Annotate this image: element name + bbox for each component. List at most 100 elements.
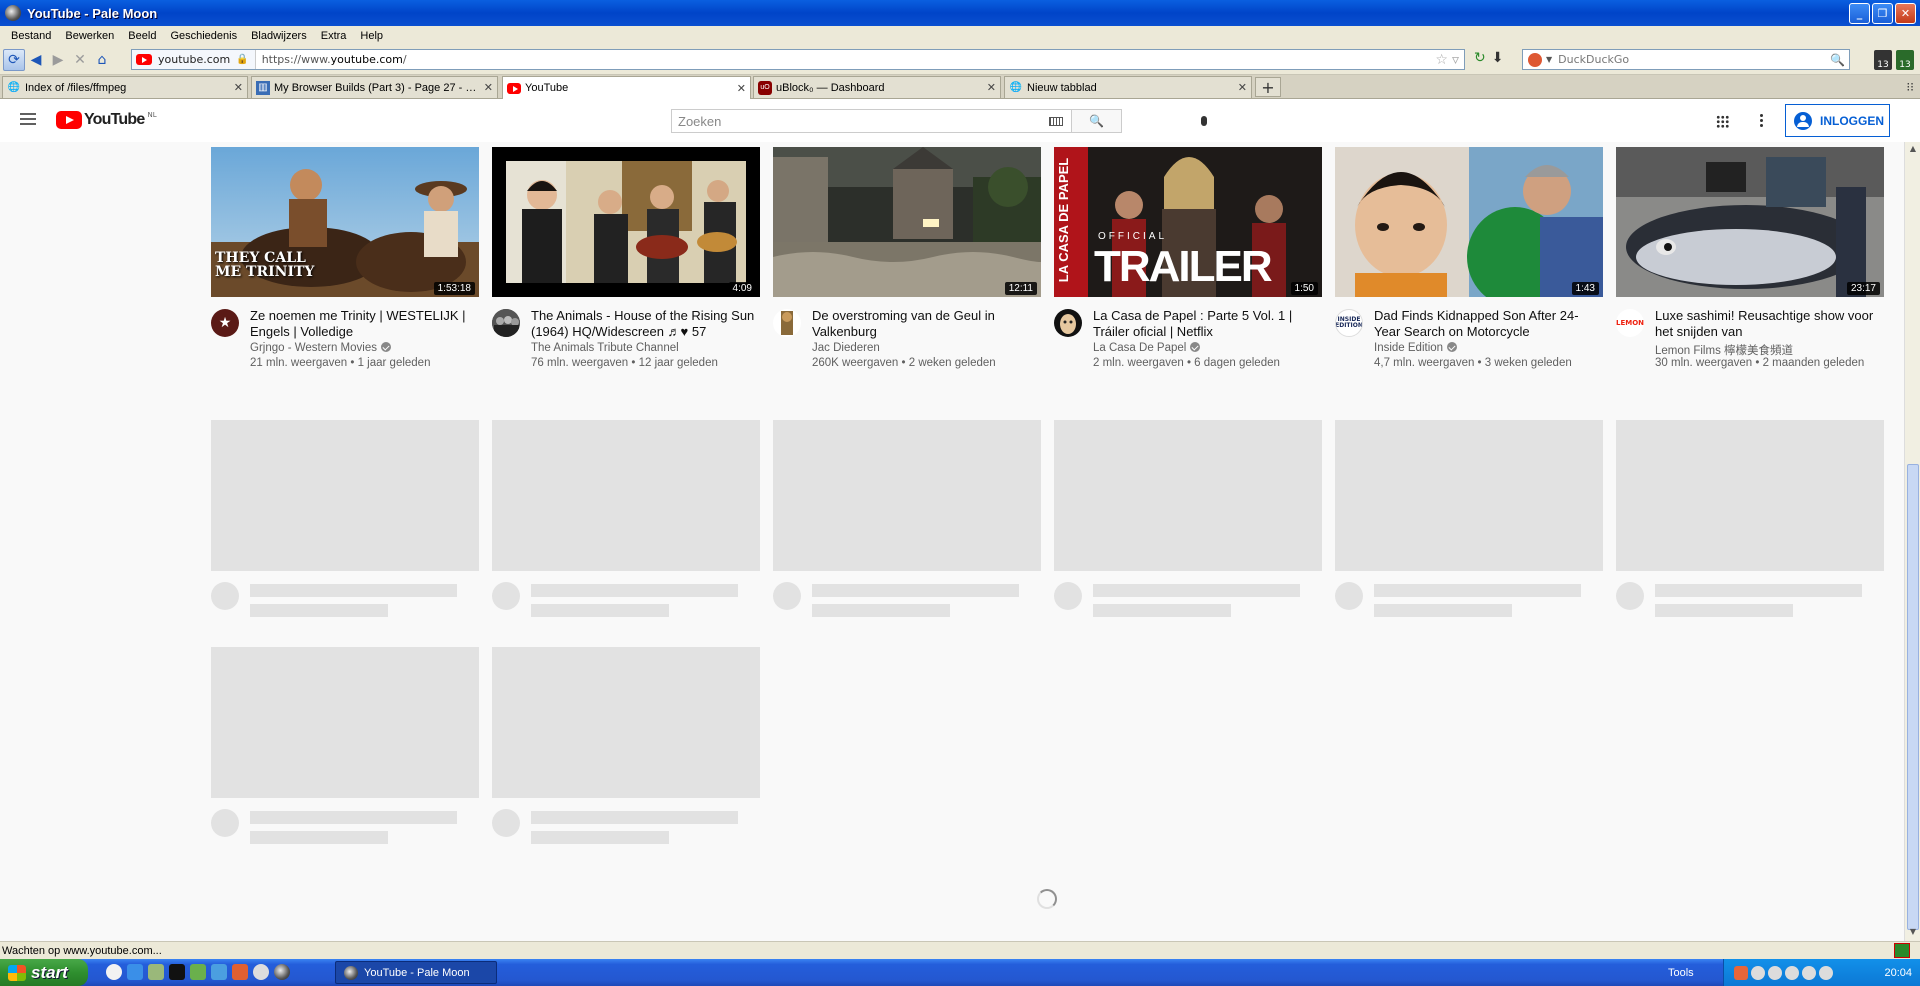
channel-name[interactable]: Inside Edition — [1374, 342, 1458, 354]
more-options-icon[interactable] — [1760, 114, 1763, 127]
video-card[interactable]: 23:17 LEMON Luxe sashimi! Reusachtige sh… — [1616, 147, 1884, 387]
apps-grid-icon[interactable] — [1716, 115, 1729, 128]
video-title[interactable]: The Animals - House of the Rising Sun (1… — [531, 308, 759, 340]
tab-ublock[interactable]: uO uBlock₀ — Dashboard ✕ — [753, 76, 1001, 98]
channel-avatar[interactable] — [492, 309, 520, 337]
keyboard-icon[interactable] — [1049, 117, 1063, 126]
menu-geschiedenis[interactable]: Geschiedenis — [163, 30, 244, 42]
menu-beeld[interactable]: Beeld — [121, 30, 163, 42]
channel-avatar[interactable] — [1054, 309, 1082, 337]
close-tab-icon[interactable]: ✕ — [234, 81, 243, 94]
search-engine-dropdown-icon[interactable]: ▼ — [1546, 55, 1552, 64]
channel-avatar[interactable]: ★ — [211, 309, 239, 337]
menu-bewerken[interactable]: Bewerken — [58, 30, 121, 42]
signin-button[interactable]: INLOGGEN — [1785, 104, 1890, 137]
quicklaunch-app-icon[interactable] — [106, 964, 122, 980]
quicklaunch-app-icon[interactable] — [253, 964, 269, 980]
search-input[interactable]: DuckDuckGo — [1558, 53, 1830, 66]
menu-bestand[interactable]: Bestand — [4, 30, 58, 42]
scroll-up-icon[interactable]: ▲ — [1907, 144, 1919, 156]
video-card[interactable]: LA CASA DE PAPEL OFFICIAL TRAILER 1:50 L… — [1054, 147, 1322, 387]
close-tab-icon[interactable]: ✕ — [987, 81, 996, 94]
video-thumbnail[interactable]: 12:11 — [773, 147, 1041, 297]
channel-avatar[interactable]: LEMON — [1616, 309, 1644, 337]
extension-badge-icon[interactable]: 13 — [1896, 50, 1914, 70]
hamburger-menu-icon[interactable] — [20, 113, 36, 128]
back-icon[interactable]: ◀ — [25, 49, 47, 71]
quicklaunch-app-icon[interactable] — [190, 964, 206, 980]
extension-badge-icon[interactable]: 13 — [1874, 50, 1892, 70]
video-title[interactable]: Dad Finds Kidnapped Son After 24-Year Se… — [1374, 308, 1602, 340]
video-title[interactable]: Ze noemen me Trinity | WESTELIJK | Engel… — [250, 308, 478, 340]
minimize-button[interactable]: _ — [1849, 3, 1870, 24]
video-thumbnail[interactable]: 1:43 — [1335, 147, 1603, 297]
stop-icon[interactable]: ✕ — [69, 49, 91, 71]
video-thumbnail[interactable]: 4:09 — [492, 147, 760, 297]
status-extension-icon[interactable] — [1894, 943, 1910, 958]
video-title[interactable]: La Casa de Papel : Parte 5 Vol. 1 | Trái… — [1093, 308, 1321, 340]
duckduckgo-icon[interactable] — [1528, 52, 1542, 67]
youtube-logo[interactable]: YouTube NL — [56, 111, 157, 129]
close-tab-icon[interactable]: ✕ — [1238, 81, 1247, 94]
channel-name[interactable]: La Casa De Papel — [1093, 342, 1201, 354]
channel-name[interactable]: Grjngo - Western Movies — [250, 342, 391, 354]
channel-avatar[interactable]: INSIDE EDITION — [1335, 309, 1363, 337]
tab-list-icon[interactable]: ⁝⁝ — [1906, 80, 1914, 94]
reload-icon[interactable]: ⟳ — [3, 48, 25, 71]
forward-icon[interactable]: ▶ — [47, 49, 69, 71]
quicklaunch-app-icon[interactable] — [211, 964, 227, 980]
taskbar-window-button[interactable]: YouTube - Pale Moon — [335, 961, 497, 984]
channel-name[interactable]: Jac Diederen — [812, 342, 880, 354]
close-button[interactable]: ✕ — [1895, 3, 1916, 24]
search-bar[interactable]: ▼ DuckDuckGo 🔍 — [1522, 49, 1850, 70]
maximize-button[interactable]: ❐ — [1872, 3, 1893, 24]
palemoon-icon[interactable] — [274, 964, 290, 980]
command-prompt-icon[interactable] — [169, 964, 185, 980]
internet-explorer-icon[interactable] — [127, 964, 143, 980]
quicklaunch-app-icon[interactable] — [148, 964, 164, 980]
video-thumbnail[interactable]: THEY CALL ME TRINITY 1:53:18 — [211, 147, 479, 297]
tab-ffmpeg[interactable]: 🌐 Index of /files/ffmpeg ✕ — [2, 76, 248, 98]
channel-name[interactable]: The Animals Tribute Channel — [531, 342, 679, 354]
youtube-search-input[interactable]: Zoeken — [672, 110, 1049, 132]
video-thumbnail[interactable]: 23:17 — [1616, 147, 1884, 297]
tray-shield-icon[interactable] — [1734, 965, 1748, 980]
tab-browser-builds[interactable]: ▥ My Browser Builds (Part 3) - Page 27 -… — [251, 76, 498, 98]
tab-new[interactable]: 🌐 Nieuw tabblad ✕ — [1004, 76, 1252, 98]
new-tab-button[interactable]: + — [1255, 77, 1281, 97]
tray-app-icon[interactable] — [1751, 965, 1765, 980]
video-thumbnail[interactable]: LA CASA DE PAPEL OFFICIAL TRAILER 1:50 — [1054, 147, 1322, 297]
download-icon[interactable]: ⬇ — [1492, 50, 1504, 66]
video-card[interactable]: THEY CALL ME TRINITY 1:53:18 ★ Ze noemen… — [211, 147, 479, 387]
go-icon[interactable]: ↻ — [1474, 50, 1486, 66]
menu-bladwijzers[interactable]: Bladwijzers — [244, 30, 314, 42]
url-dropdown-icon[interactable]: ▿ — [1452, 52, 1459, 68]
search-icon[interactable]: 🔍 — [1830, 53, 1845, 67]
video-card[interactable]: 1:43 INSIDE EDITION Dad Finds Kidnapped … — [1335, 147, 1603, 387]
microphone-icon[interactable] — [1196, 112, 1212, 130]
scrollbar-thumb[interactable] — [1907, 464, 1919, 930]
youtube-search-button[interactable]: 🔍 — [1071, 110, 1121, 132]
menu-help[interactable]: Help — [353, 30, 390, 42]
tray-tools-label[interactable]: Tools — [1668, 967, 1694, 979]
menu-extra[interactable]: Extra — [314, 30, 354, 42]
bookmark-star-icon[interactable]: ☆ — [1435, 52, 1448, 68]
video-title[interactable]: Luxe sashimi! Reusachtige show voor het … — [1655, 308, 1883, 340]
channel-avatar[interactable] — [773, 309, 801, 337]
tab-youtube[interactable]: YouTube ✕ — [502, 76, 751, 99]
quicklaunch-app-icon[interactable] — [232, 964, 248, 980]
home-icon[interactable]: ⌂ — [91, 49, 113, 71]
video-title[interactable]: De overstroming van de Geul in Valkenbur… — [812, 308, 1040, 340]
tray-app-icon[interactable] — [1768, 965, 1782, 980]
video-card[interactable]: 4:09 The Animals - House of the Rising S… — [492, 147, 760, 387]
url-bar[interactable]: youtube.com 🔒 https://www.youtube.com/ ☆… — [131, 49, 1465, 70]
volume-icon[interactable] — [1802, 965, 1816, 980]
scroll-down-icon[interactable]: ▼ — [1907, 927, 1919, 939]
start-button[interactable]: start — [0, 959, 88, 986]
close-tab-icon[interactable]: ✕ — [737, 82, 746, 95]
close-tab-icon[interactable]: ✕ — [484, 81, 493, 94]
site-identity[interactable]: youtube.com 🔒 — [132, 50, 256, 69]
tray-app-icon[interactable] — [1785, 965, 1799, 980]
scrollbar[interactable]: ▲ ▼ — [1904, 142, 1920, 941]
url-text[interactable]: https://www.youtube.com/ — [256, 53, 1436, 66]
